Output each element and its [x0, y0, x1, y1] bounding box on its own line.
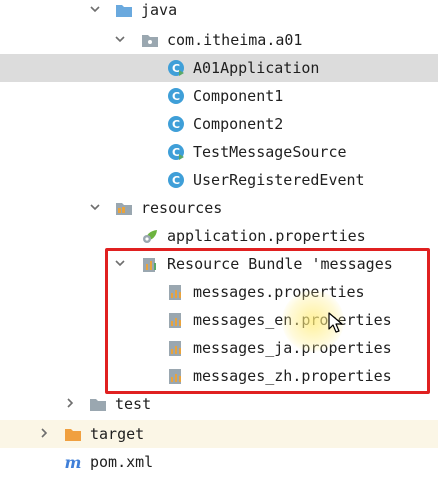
class-label: Component2	[193, 115, 284, 133]
class-label: UserRegisteredEvent	[193, 171, 365, 189]
folder-icon	[116, 5, 132, 17]
tree-row-properties-file[interactable]: messages_en.properties	[0, 306, 438, 334]
tree-row-target[interactable]: target	[0, 420, 438, 448]
properties-file-icon	[169, 313, 181, 328]
folder-icon	[65, 429, 81, 441]
tree-row-pom[interactable]: m pom.xml	[0, 448, 438, 476]
class-label: A01Application	[193, 59, 320, 77]
chevron-right-icon[interactable]	[64, 397, 76, 409]
tree-row-java[interactable]: java	[0, 0, 438, 24]
svg-text:C: C	[172, 118, 180, 131]
java-class-icon: C	[168, 88, 184, 104]
svg-text:C: C	[172, 174, 180, 187]
package-label: com.itheima.a01	[167, 31, 303, 49]
java-folder-label: java	[141, 1, 178, 19]
tree-row-properties-file[interactable]: messages_zh.properties	[0, 362, 438, 390]
java-class-icon: C	[168, 172, 184, 188]
tree-row-class[interactable]: C UserRegisteredEvent	[0, 166, 438, 194]
properties-file-label: messages_ja.properties	[193, 339, 392, 357]
svg-text:C: C	[172, 146, 180, 159]
tree-row-properties-file[interactable]: messages.properties	[0, 278, 438, 306]
test-folder-label: test	[115, 395, 152, 413]
resource-bundle-icon	[143, 258, 156, 272]
spring-properties-icon	[143, 230, 157, 243]
properties-file-icon	[169, 369, 181, 384]
class-label: TestMessageSource	[193, 143, 347, 161]
chevron-down-icon[interactable]	[89, 3, 101, 15]
tree-row-properties-file[interactable]: messages_ja.properties	[0, 334, 438, 362]
properties-file-label: messages_en.properties	[193, 311, 392, 329]
package-icon	[142, 35, 158, 47]
target-folder-label: target	[90, 425, 145, 443]
tree-row-class[interactable]: C Component1	[0, 82, 438, 110]
chevron-right-icon[interactable]	[38, 427, 50, 439]
tree-row-resources[interactable]: resources	[0, 194, 438, 222]
svg-text:m: m	[65, 453, 82, 471]
tree-row-class[interactable]: C TestMessageSource	[0, 138, 438, 166]
pom-file-label: pom.xml	[90, 453, 154, 471]
resource-bundle-label: Resource Bundle 'messages	[167, 255, 393, 273]
svg-text:C: C	[172, 90, 180, 103]
tree-row-test[interactable]: test	[0, 390, 438, 418]
resources-folder-icon	[116, 203, 132, 215]
tree-row-resource-bundle[interactable]: Resource Bundle 'messages	[0, 250, 438, 278]
tree-row-class[interactable]: C A01Application	[0, 54, 438, 82]
tree-row-class[interactable]: C Component2	[0, 110, 438, 138]
resources-label: resources	[141, 199, 223, 217]
chevron-down-icon[interactable]	[114, 33, 126, 45]
java-class-icon: C	[168, 60, 184, 76]
chevron-down-icon[interactable]	[114, 257, 126, 269]
properties-file-icon	[169, 341, 181, 356]
maven-icon: m	[65, 453, 82, 471]
svg-text:C: C	[172, 62, 180, 75]
tree-row-package[interactable]: com.itheima.a01	[0, 26, 438, 54]
chevron-down-icon[interactable]	[89, 201, 101, 213]
tree-row-application-properties[interactable]: application.properties	[0, 222, 438, 250]
class-label: Component1	[193, 87, 284, 105]
java-class-icon: C	[168, 144, 184, 160]
properties-file-label: messages.properties	[193, 283, 365, 301]
java-class-icon: C	[168, 116, 184, 132]
folder-icon	[90, 399, 106, 411]
application-properties-label: application.properties	[167, 227, 366, 245]
properties-file-icon	[169, 285, 181, 300]
properties-file-label: messages_zh.properties	[193, 367, 392, 385]
